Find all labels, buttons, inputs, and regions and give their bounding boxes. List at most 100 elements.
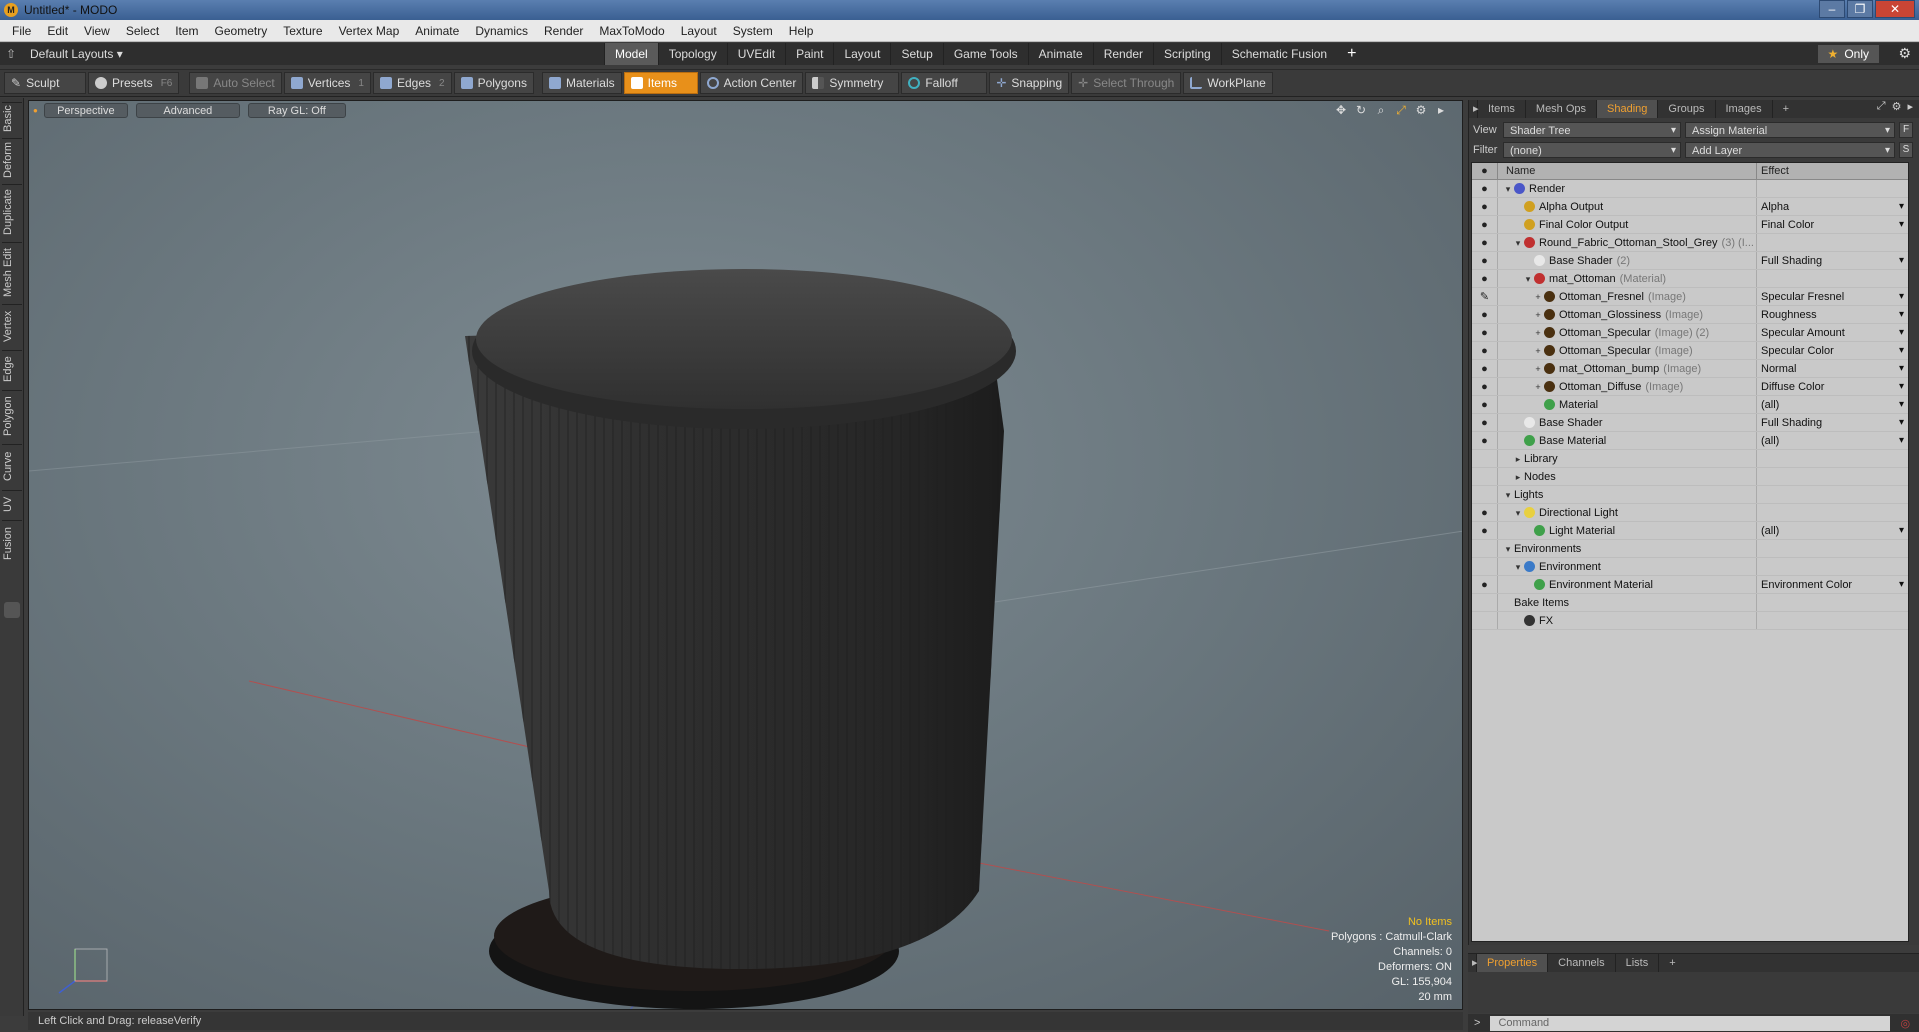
tab-properties[interactable]: Properties [1477, 954, 1549, 972]
eye-icon[interactable] [1472, 558, 1498, 575]
tree-row[interactable]: ● + Ottoman_Specular (Image) (2) Specular Am… [1472, 324, 1908, 342]
eye-icon[interactable]: ● [1472, 360, 1498, 377]
menu-file[interactable]: File [4, 24, 39, 38]
tab-scripting[interactable]: Scripting [1153, 43, 1221, 65]
raygl-toggle[interactable]: Ray GL: Off [247, 102, 346, 118]
eye-icon[interactable]: ● [1472, 432, 1498, 449]
effect-column-header[interactable]: Effect [1757, 163, 1908, 179]
menu-edit[interactable]: Edit [39, 24, 76, 38]
menu-dynamics[interactable]: Dynamics [467, 24, 536, 38]
eye-icon[interactable]: ● [1472, 576, 1498, 593]
effect-dropdown[interactable]: Normal [1757, 360, 1908, 378]
eye-icon[interactable]: ● [1472, 198, 1498, 215]
expand-arrow-icon[interactable]: + [1532, 288, 1544, 305]
panel-arrow-icon[interactable]: ▸ [1907, 100, 1913, 113]
eye-icon[interactable]: ● [1472, 252, 1498, 269]
effect-dropdown[interactable]: Diffuse Color [1757, 378, 1908, 396]
tree-row[interactable]: ● + Ottoman_Glossiness (Image) Roughness [1472, 306, 1908, 324]
tree-row[interactable]: ● Base Material (all) [1472, 432, 1908, 450]
tab-model[interactable]: Model [604, 43, 658, 65]
vtab-curve[interactable]: Curve [2, 444, 22, 488]
polygons-button[interactable]: Polygons [453, 72, 534, 94]
eye-icon[interactable] [1472, 594, 1498, 611]
menu-select[interactable]: Select [118, 24, 167, 38]
effect-dropdown[interactable]: (all) [1757, 522, 1908, 540]
eye-icon[interactable] [1472, 486, 1498, 503]
filter-select[interactable]: (none) [1503, 142, 1681, 159]
tab-lists[interactable]: Lists [1616, 954, 1660, 972]
action-center-button[interactable]: Action Center [699, 72, 804, 94]
menu-view[interactable]: View [76, 24, 118, 38]
tree-row[interactable]: FX [1472, 612, 1908, 630]
tree-row[interactable]: ● Base Shader Full Shading [1472, 414, 1908, 432]
effect-dropdown[interactable]: Specular Fresnel [1757, 288, 1908, 306]
tree-row[interactable]: ▾ Environment [1472, 558, 1908, 576]
vtab-edge[interactable]: Edge [2, 350, 22, 388]
effect-dropdown[interactable]: Specular Color [1757, 342, 1908, 360]
vtab-basic[interactable]: Basic [2, 102, 22, 136]
tab-paint[interactable]: Paint [785, 43, 833, 65]
expand-arrow-icon[interactable]: ▾ [1502, 540, 1514, 557]
menu-help[interactable]: Help [781, 24, 822, 38]
tree-row[interactable]: ▾ Lights [1472, 486, 1908, 504]
gear-icon[interactable]: ⚙ [1898, 45, 1911, 62]
minimize-icon[interactable]: – [1819, 0, 1845, 18]
presets-button[interactable]: Presets F6 [88, 72, 180, 94]
vtab-mesh-edit[interactable]: Mesh Edit [2, 242, 22, 302]
expand-arrow-icon[interactable]: ▾ [1502, 486, 1514, 503]
expand-arrow-icon[interactable]: ▸ [1512, 468, 1524, 485]
command-clear-icon[interactable]: ◎ [1900, 1017, 1910, 1030]
zoom-icon[interactable]: ⌕ [1374, 103, 1388, 118]
edges-button[interactable]: Edges 2 [372, 72, 452, 94]
only-button[interactable]: ★ Only [1817, 45, 1879, 63]
tab-game-tools[interactable]: Game Tools [942, 43, 1028, 65]
vtab-duplicate[interactable]: Duplicate [2, 184, 22, 240]
add-layer-select[interactable]: Add Layer [1685, 142, 1895, 159]
expand-icon[interactable] [4, 602, 20, 618]
tree-row[interactable]: ● Material (all) [1472, 396, 1908, 414]
eye-icon[interactable] [1472, 468, 1498, 485]
effect-dropdown[interactable]: Alpha [1757, 198, 1908, 216]
eye-icon[interactable]: ● [1472, 342, 1498, 359]
eye-icon[interactable]: ● [1472, 378, 1498, 395]
tree-row[interactable]: ▸ Library [1472, 450, 1908, 468]
tree-row[interactable]: ● ▾ mat_Ottoman (Material) [1472, 270, 1908, 288]
tree-row[interactable]: ● Environment Material Environment Color [1472, 576, 1908, 594]
effect-dropdown[interactable]: Specular Amount [1757, 324, 1908, 342]
tree-row[interactable]: ● ▾ Render [1472, 180, 1908, 198]
expand-arrow-icon[interactable]: + [1532, 324, 1544, 341]
menu-render[interactable]: Render [536, 24, 591, 38]
eye-icon[interactable]: ● [1472, 270, 1498, 287]
add-tab-button[interactable]: + [1337, 43, 1366, 65]
3d-viewport[interactable]: ● Perspective Advanced Ray GL: Off ✥ ↻ ⌕… [28, 100, 1463, 1010]
menu-item[interactable]: Item [167, 24, 206, 38]
tab-setup[interactable]: Setup [890, 43, 942, 65]
effect-dropdown[interactable]: (all) [1757, 396, 1908, 414]
menu-system[interactable]: System [725, 24, 781, 38]
tab-uvedit[interactable]: UVEdit [726, 43, 785, 65]
eye-icon[interactable] [1472, 450, 1498, 467]
eye-icon[interactable]: ● [1472, 504, 1498, 521]
eye-icon[interactable]: ● [1472, 522, 1498, 539]
effect-dropdown[interactable]: Roughness [1757, 306, 1908, 324]
snapping-button[interactable]: ✛ Snapping [989, 72, 1070, 94]
effect-dropdown[interactable]: Final Color [1757, 216, 1908, 234]
eye-icon[interactable] [1472, 612, 1498, 629]
tab-animate[interactable]: Animate [1027, 43, 1093, 65]
view-dropdown[interactable]: Perspective [43, 102, 128, 118]
tree-row[interactable]: ● Light Material (all) [1472, 522, 1908, 540]
viewport-settings-icon[interactable]: ⚙ [1414, 103, 1428, 118]
vtab-uv[interactable]: UV [2, 490, 22, 518]
eye-icon[interactable] [1472, 540, 1498, 557]
rtab-mesh-ops[interactable]: Mesh Ops [1526, 100, 1598, 118]
symmetry-button[interactable]: Symmetry [805, 72, 900, 94]
tree-row[interactable]: ● + Ottoman_Specular (Image) Specular Color [1472, 342, 1908, 360]
properties-menu-icon[interactable]: ▸ [1468, 954, 1478, 972]
command-input[interactable]: Command [1490, 1015, 1891, 1031]
viewport-menu-icon[interactable]: ● [33, 106, 38, 115]
expand-arrow-icon[interactable]: ▾ [1512, 234, 1524, 251]
add-layer-key[interactable]: S [1899, 142, 1913, 158]
vertices-button[interactable]: Vertices 1 [283, 72, 371, 94]
select-through-button[interactable]: ✛ Select Through [1071, 72, 1182, 94]
expand-arrow-icon[interactable]: ▾ [1522, 270, 1534, 287]
